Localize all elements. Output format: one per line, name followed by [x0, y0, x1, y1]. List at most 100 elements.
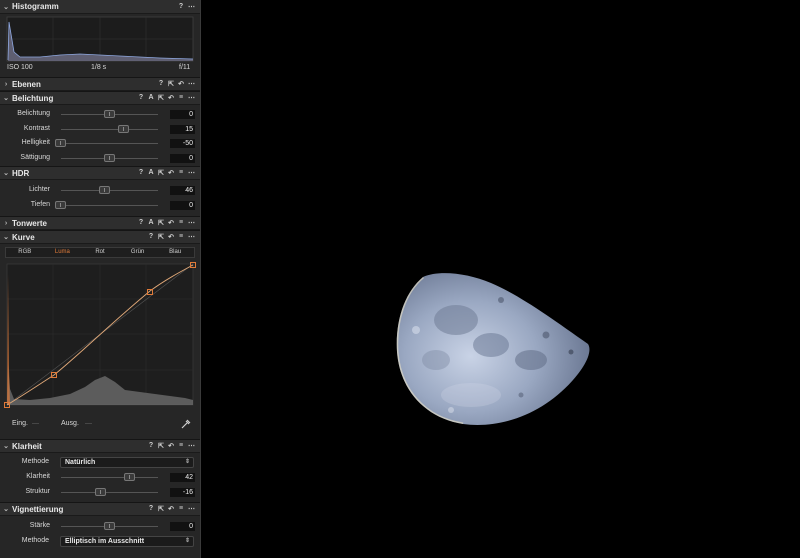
- slider-thumb[interactable]: [55, 200, 66, 209]
- eyedropper-icon[interactable]: [181, 419, 191, 429]
- more-icon[interactable]: ⋯: [188, 94, 195, 102]
- vignettierung-method-select[interactable]: Elliptisch im Ausschnitt ⇕: [60, 535, 194, 547]
- ebenen-section-header[interactable]: › Ebenen ? ⇱ ↶ ⋯: [0, 77, 200, 91]
- more-icon[interactable]: ⋯: [188, 3, 195, 11]
- curve-output-label: Ausg.: [61, 420, 79, 427]
- help-icon[interactable]: ?: [138, 219, 144, 227]
- menu-icon[interactable]: ≡: [178, 233, 184, 241]
- slider-row-tiefen: Tiefen 0: [0, 198, 200, 213]
- reset-icon[interactable]: ↶: [168, 505, 174, 513]
- tab-blau[interactable]: Blau: [156, 248, 194, 257]
- histogram-aperture: f/11: [179, 64, 191, 71]
- slider-thumb[interactable]: [99, 186, 110, 194]
- updown-arrows-icon: ⇕: [184, 459, 190, 465]
- copy-icon[interactable]: ⇱: [158, 505, 164, 513]
- slider-value-field[interactable]: 0: [170, 153, 195, 163]
- tab-gruen[interactable]: Grün: [119, 248, 157, 257]
- more-icon[interactable]: ⋯: [188, 505, 195, 513]
- slider-track[interactable]: [61, 143, 158, 144]
- slider-thumb[interactable]: [95, 487, 106, 496]
- help-icon[interactable]: ?: [158, 80, 164, 88]
- slider-track[interactable]: [61, 128, 158, 130]
- klarheit-title: Klarheit: [12, 441, 42, 451]
- help-icon[interactable]: ?: [138, 169, 144, 177]
- tab-rot[interactable]: Rot: [81, 248, 119, 257]
- auto-icon[interactable]: A: [148, 169, 154, 177]
- more-icon[interactable]: ⋯: [188, 442, 195, 450]
- slider-thumb[interactable]: [104, 153, 115, 162]
- chevron-down-icon[interactable]: ⌄: [0, 505, 12, 513]
- copy-icon[interactable]: ⇱: [168, 80, 174, 88]
- copy-icon[interactable]: ⇱: [158, 169, 164, 177]
- reset-icon[interactable]: ↶: [168, 219, 174, 227]
- slider-thumb[interactable]: [124, 473, 135, 481]
- chevron-down-icon[interactable]: ⌄: [0, 233, 12, 241]
- menu-icon[interactable]: ≡: [178, 219, 184, 227]
- reset-icon[interactable]: ↶: [168, 169, 174, 177]
- menu-icon[interactable]: ≡: [178, 169, 184, 177]
- curve-channel-tabs: RGB Luma Rot Grün Blau: [5, 247, 195, 258]
- help-icon[interactable]: ?: [148, 233, 154, 241]
- belichtung-title: Belichtung: [12, 93, 54, 103]
- slider-value-field[interactable]: -16: [170, 487, 195, 497]
- slider-track[interactable]: [61, 491, 158, 493]
- slider-label: Belichtung: [17, 110, 50, 117]
- auto-icon[interactable]: A: [148, 94, 154, 102]
- chevron-down-icon[interactable]: ⌄: [0, 442, 12, 450]
- slider-value-field[interactable]: 42: [170, 473, 195, 482]
- copy-icon[interactable]: ⇱: [158, 233, 164, 241]
- slider-value-field[interactable]: 0: [170, 110, 195, 119]
- copy-icon[interactable]: ⇱: [158, 94, 164, 102]
- kurve-section-header[interactable]: ⌄ Kurve ? ⇱ ↶ ≡ ⋯: [0, 230, 200, 244]
- menu-icon[interactable]: ≡: [178, 505, 184, 513]
- vignettierung-section-header[interactable]: ⌄ Vignettierung ? ⇱ ↶ ≡ ⋯: [0, 502, 200, 516]
- tab-luma[interactable]: Luma: [44, 248, 82, 257]
- slider-track[interactable]: [61, 477, 158, 478]
- slider-thumb[interactable]: [118, 124, 129, 133]
- help-icon[interactable]: ?: [138, 94, 144, 102]
- tab-rgb[interactable]: RGB: [6, 248, 44, 257]
- hdr-section-header[interactable]: ⌄ HDR ? A ⇱ ↶ ≡ ⋯: [0, 166, 200, 180]
- slider-value-field[interactable]: 0: [170, 200, 195, 210]
- image-viewer[interactable]: [201, 0, 800, 558]
- chevron-right-icon[interactable]: ›: [0, 220, 12, 227]
- slider-thumb[interactable]: [55, 139, 66, 147]
- reset-icon[interactable]: ↶: [168, 233, 174, 241]
- help-icon[interactable]: ?: [178, 3, 184, 11]
- more-icon[interactable]: ⋯: [188, 219, 195, 227]
- chevron-down-icon[interactable]: ⌄: [0, 94, 12, 102]
- help-icon[interactable]: ?: [148, 505, 154, 513]
- help-icon[interactable]: ?: [148, 442, 154, 450]
- auto-icon[interactable]: A: [148, 219, 154, 227]
- slider-thumb[interactable]: [104, 522, 115, 530]
- more-icon[interactable]: ⋯: [188, 169, 195, 177]
- more-icon[interactable]: ⋯: [188, 80, 195, 88]
- slider-value-field[interactable]: 46: [170, 186, 195, 195]
- klarheit-section-header[interactable]: ⌄ Klarheit ? ⇱ ↶ ≡ ⋯: [0, 439, 200, 453]
- updown-arrows-icon: ⇕: [184, 537, 190, 544]
- curve-output-value: —: [85, 420, 92, 427]
- slider-track[interactable]: [61, 204, 158, 206]
- method-value: Elliptisch im Ausschnitt: [65, 537, 145, 545]
- slider-value-field[interactable]: 0: [170, 522, 195, 531]
- reset-icon[interactable]: ↶: [178, 80, 184, 88]
- slider-label: Stärke: [29, 522, 50, 529]
- menu-icon[interactable]: ≡: [178, 442, 184, 450]
- slider-value-field[interactable]: -50: [170, 139, 195, 148]
- chevron-down-icon[interactable]: ⌄: [0, 169, 12, 177]
- chevron-right-icon[interactable]: ›: [0, 81, 12, 88]
- tonwerte-section-header[interactable]: › Tonwerte ? A ⇱ ↶ ≡ ⋯: [0, 216, 200, 230]
- more-icon[interactable]: ⋯: [188, 233, 195, 241]
- slider-value-field[interactable]: 15: [170, 124, 195, 134]
- copy-icon[interactable]: ⇱: [158, 442, 164, 450]
- chevron-down-icon[interactable]: ⌄: [0, 3, 12, 11]
- klarheit-method-select[interactable]: Natürlich ⇕: [60, 457, 194, 468]
- reset-icon[interactable]: ↶: [168, 442, 174, 450]
- slider-thumb[interactable]: [104, 110, 115, 118]
- histogram-section-header[interactable]: ⌄ Histogramm ? ⋯: [0, 0, 200, 14]
- belichtung-section-header[interactable]: ⌄ Belichtung ? A ⇱ ↶ ≡ ⋯: [0, 91, 200, 105]
- reset-icon[interactable]: ↶: [168, 94, 174, 102]
- copy-icon[interactable]: ⇱: [158, 219, 164, 227]
- menu-icon[interactable]: ≡: [178, 94, 184, 102]
- curve-editor[interactable]: [0, 244, 201, 439]
